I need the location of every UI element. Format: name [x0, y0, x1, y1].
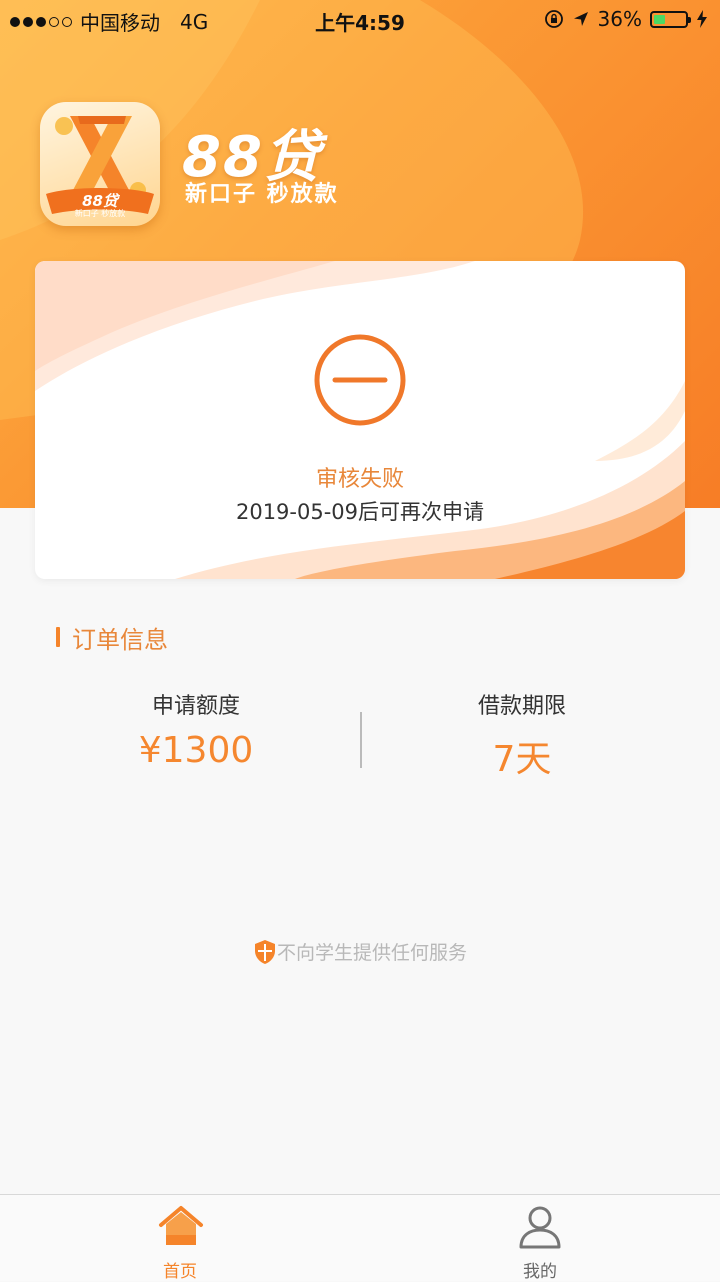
app-logo: 88贷 新口子 秒放款: [40, 102, 160, 226]
tab-home-label: 首页: [163, 1262, 197, 1282]
loan-term-value: 7天: [492, 739, 552, 780]
tab-home[interactable]: 首页: [90, 1195, 270, 1282]
shield-icon: [254, 939, 275, 964]
application-status-card: 审核失败 2019-05-09后可再次申请: [35, 261, 685, 579]
student-notice: 不向学生提供任何服务: [0, 938, 720, 965]
student-notice-text: 不向学生提供任何服务: [276, 942, 467, 964]
section-accent-bar: [56, 627, 60, 647]
bottom-tab-bar: 首页 我的: [0, 1194, 720, 1282]
brand-slogan: 新口子 秒放款: [185, 182, 339, 207]
user-icon: [519, 1206, 561, 1249]
loan-term-block: 借款期限 7天: [342, 688, 702, 782]
tab-mine[interactable]: 我的: [450, 1195, 630, 1282]
loan-amount-block: 申请额度 ¥1300: [16, 688, 376, 771]
tab-mine-label: 我的: [523, 1262, 557, 1282]
battery-percent: 36%: [597, 7, 642, 31]
status-bar: 中国移动 4G 上午4:59 36%: [0, 0, 720, 40]
logo-ribbon-text: 新口子 秒放款: [74, 209, 126, 218]
order-info-section-title: 订单信息: [56, 622, 168, 654]
battery-icon: [650, 10, 691, 28]
charging-bolt-icon: [697, 10, 707, 28]
home-icon: [159, 1206, 203, 1245]
status-title: 审核失败: [315, 467, 404, 492]
loan-amount-value: ¥1300: [138, 730, 254, 771]
rotation-lock-icon: [544, 10, 563, 28]
location-arrow-icon: [573, 12, 588, 26]
loan-term-label: 借款期限: [477, 694, 566, 719]
status-description: 2019-05-09后可再次申请: [235, 500, 485, 524]
minus-circle-icon: [314, 334, 406, 426]
section-title-text: 订单信息: [72, 625, 168, 654]
loan-amount-label: 申请额度: [151, 694, 240, 719]
